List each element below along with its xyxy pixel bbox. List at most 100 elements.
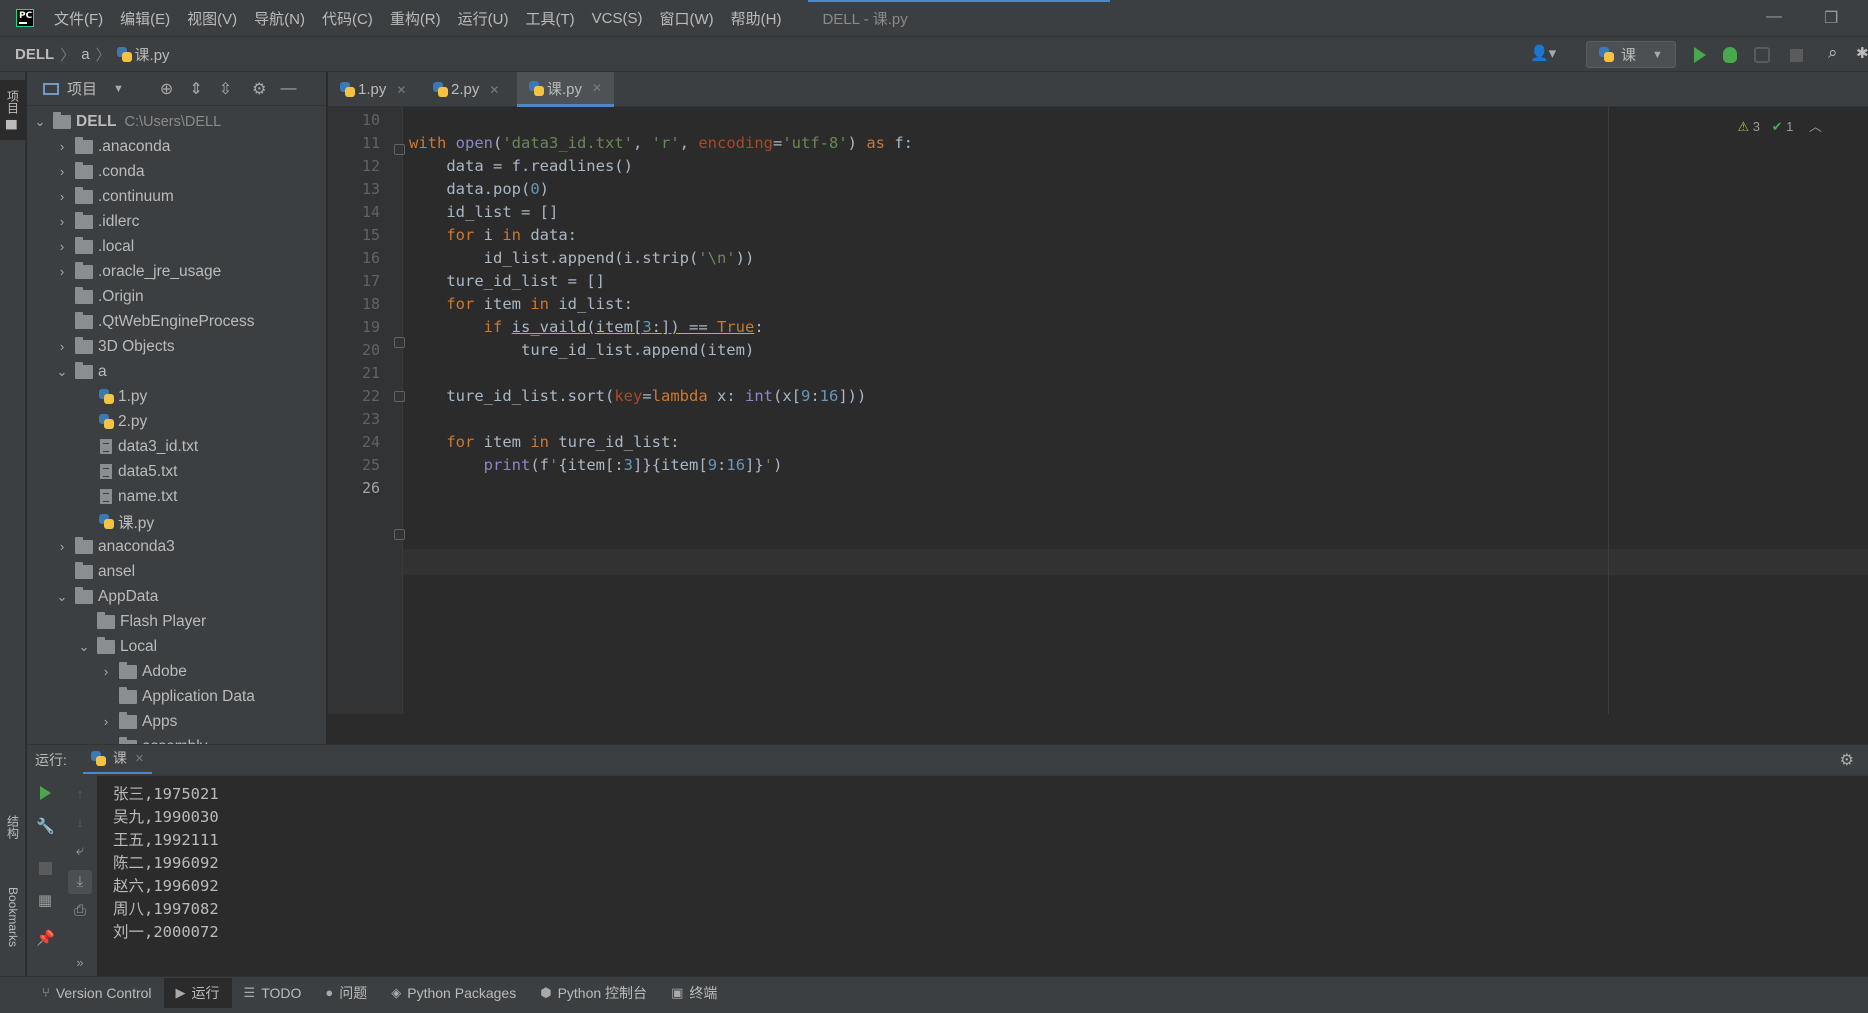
tree-item[interactable]: › .idlerc bbox=[55, 209, 139, 234]
tree-item[interactable]: › .conda bbox=[55, 159, 145, 184]
code-editor[interactable]: with open('data3_id.txt', 'r', encoding=… bbox=[402, 107, 1868, 714]
tree-item[interactable]: ⌄ a bbox=[55, 359, 107, 384]
tree-item[interactable]: 2.py bbox=[77, 409, 147, 434]
tree-item[interactable]: data5.txt bbox=[77, 459, 177, 484]
arrow-down-icon[interactable]: ↓ bbox=[71, 814, 89, 832]
hide-panel-icon[interactable]: — bbox=[280, 80, 296, 98]
restore-button[interactable]: ❐ bbox=[1824, 8, 1838, 28]
collapse-all-icon[interactable]: ⇳ bbox=[219, 79, 232, 99]
tree-item[interactable]: › .anaconda bbox=[55, 134, 170, 159]
chevron-right-icon[interactable]: › bbox=[55, 189, 69, 204]
stop-icon[interactable] bbox=[1790, 49, 1803, 62]
gear-icon[interactable]: ⚙ bbox=[252, 79, 266, 99]
menu-code[interactable]: 代码(C) bbox=[322, 8, 373, 29]
chevron-right-icon[interactable]: › bbox=[55, 139, 69, 154]
pin-icon[interactable]: 📌 bbox=[36, 930, 55, 948]
toolwindow-终端[interactable]: ▣ 终端 bbox=[659, 978, 729, 1008]
chevron-down-icon[interactable]: ⌄ bbox=[55, 589, 69, 605]
menu-help[interactable]: 帮助(H) bbox=[731, 8, 782, 29]
chevron-down-icon[interactable]: ⌄ bbox=[33, 114, 47, 130]
close-icon[interactable]: ✕ bbox=[396, 83, 406, 97]
tree-item[interactable]: .Origin bbox=[55, 284, 144, 309]
tree-item[interactable]: 课.py bbox=[77, 509, 154, 534]
more-icon[interactable]: » bbox=[71, 954, 89, 972]
gear-icon[interactable]: ⚙ bbox=[1840, 750, 1854, 770]
layout-icon[interactable]: ▦ bbox=[36, 892, 54, 910]
menu-navigate[interactable]: 导航(N) bbox=[254, 8, 305, 29]
chevron-down-icon[interactable]: ⌄ bbox=[77, 639, 91, 655]
print-icon[interactable]: ⎙ bbox=[71, 902, 89, 920]
tree-item[interactable]: ⌄ Local bbox=[77, 634, 157, 659]
menu-run[interactable]: 运行(U) bbox=[458, 8, 509, 29]
toolwindow-version-control[interactable]: ⑂ Version Control bbox=[30, 978, 164, 1008]
toolwindow-todo[interactable]: ☰ TODO bbox=[232, 978, 314, 1008]
menu-tools[interactable]: 工具(T) bbox=[525, 8, 574, 29]
rerun-icon[interactable] bbox=[40, 786, 51, 800]
close-icon[interactable]: ✕ bbox=[135, 752, 144, 765]
tree-item[interactable]: 1.py bbox=[77, 384, 147, 409]
chevron-right-icon[interactable]: › bbox=[55, 239, 69, 254]
user-account-icon[interactable]: 👤▾ bbox=[1530, 44, 1556, 62]
run-console-output[interactable]: 张三,1975021 吴九,1990030 王五,1992111 陈二,1996092… bbox=[97, 774, 1868, 976]
tree-item[interactable]: ansel bbox=[55, 559, 135, 584]
debug-icon[interactable] bbox=[1723, 47, 1737, 63]
search-icon[interactable]: ⌕ bbox=[1828, 43, 1838, 63]
tree-item[interactable]: Flash Player bbox=[77, 609, 206, 634]
tree-item[interactable]: › 3D Objects bbox=[55, 334, 175, 359]
toolwindow-python-packages[interactable]: ◈ Python Packages bbox=[379, 978, 528, 1008]
tree-item[interactable]: ›assembly bbox=[99, 734, 207, 744]
fold-icon[interactable] bbox=[394, 337, 405, 348]
stripe-tab-structure[interactable]: 结构 bbox=[0, 794, 26, 860]
run-icon[interactable] bbox=[1694, 47, 1706, 63]
close-icon[interactable]: ✕ bbox=[489, 83, 499, 97]
tree-item[interactable]: › Adobe bbox=[99, 659, 187, 684]
tree-item[interactable]: › .continuum bbox=[55, 184, 174, 209]
expand-all-icon[interactable]: ⇕ bbox=[189, 79, 202, 99]
scroll-to-end-icon[interactable]: ⤓ bbox=[68, 870, 92, 894]
run-tab[interactable]: 课 ✕ bbox=[82, 745, 153, 775]
menu-vcs[interactable]: VCS(S) bbox=[592, 10, 643, 27]
chevron-right-icon[interactable]: › bbox=[55, 339, 69, 354]
tree-item[interactable]: Application Data bbox=[99, 684, 255, 709]
chevron-right-icon[interactable]: › bbox=[55, 214, 69, 229]
toolwindow-python-控制台[interactable]: ⬢ Python 控制台 bbox=[528, 978, 659, 1008]
toolwindow-问题[interactable]: ● 问题 bbox=[313, 978, 379, 1008]
minimize-button[interactable]: — bbox=[1766, 8, 1782, 26]
toolwindow-运行[interactable]: ▶ 运行 bbox=[163, 977, 232, 1008]
close-icon[interactable]: ✕ bbox=[592, 81, 602, 95]
menu-view[interactable]: 视图(V) bbox=[187, 8, 237, 29]
tab-2-py[interactable]: 2.py ✕ bbox=[421, 72, 511, 107]
coverage-icon[interactable] bbox=[1754, 47, 1770, 63]
tree-item[interactable]: data3_id.txt bbox=[77, 434, 198, 459]
tree-item[interactable]: › anaconda3 bbox=[55, 534, 175, 559]
breadcrumb-file[interactable]: 课.py bbox=[135, 44, 170, 65]
tree-item[interactable]: ⌄ DELL C:\Users\DELL bbox=[33, 109, 221, 134]
project-panel-title[interactable]: 项目 bbox=[67, 78, 97, 99]
breadcrumb-folder[interactable]: a bbox=[81, 46, 89, 63]
menu-window[interactable]: 窗口(W) bbox=[659, 8, 713, 29]
settings-icon[interactable]: ✱ bbox=[1856, 44, 1868, 62]
tab-ke-py[interactable]: 课.py ✕ bbox=[517, 72, 615, 107]
chevron-right-icon[interactable]: › bbox=[55, 264, 69, 279]
chevron-down-icon[interactable]: ▼ bbox=[113, 83, 124, 95]
chevron-right-icon[interactable]: › bbox=[55, 164, 69, 179]
chevron-right-icon[interactable]: › bbox=[55, 539, 69, 554]
tree-item[interactable]: › .oracle_jre_usage bbox=[55, 259, 221, 284]
tree-item[interactable]: › Apps bbox=[99, 709, 177, 734]
tab-1-py[interactable]: 1.py ✕ bbox=[328, 72, 418, 107]
locate-file-icon[interactable]: ⊕ bbox=[160, 79, 173, 99]
soft-wrap-icon[interactable]: ⤶ bbox=[71, 842, 89, 860]
fold-icon[interactable] bbox=[394, 391, 405, 402]
tree-item[interactable]: name.txt bbox=[77, 484, 177, 509]
stop-icon[interactable] bbox=[39, 862, 52, 875]
tree-item[interactable]: ⌄ AppData bbox=[55, 584, 158, 609]
inspection-widget[interactable]: ⚠ 3 ✔ 1 ︿ bbox=[1737, 116, 1822, 135]
chevron-up-icon[interactable]: ︿ bbox=[1809, 119, 1822, 134]
tree-item[interactable]: .QtWebEngineProcess bbox=[55, 309, 255, 334]
run-configuration-select[interactable]: 课 ▼ bbox=[1586, 41, 1676, 68]
breadcrumb-root[interactable]: DELL bbox=[15, 46, 54, 63]
stripe-tab-project[interactable]: 项目 ▆ bbox=[0, 80, 26, 140]
menu-edit[interactable]: 编辑(E) bbox=[120, 8, 170, 29]
menu-file[interactable]: 文件(F) bbox=[54, 8, 103, 29]
chevron-right-icon[interactable]: › bbox=[99, 664, 113, 679]
